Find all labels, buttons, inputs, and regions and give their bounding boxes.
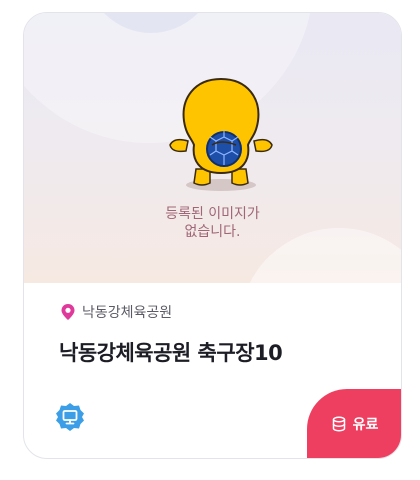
thumbnail-placeholder: 등록된 이미지가 없습니다. [24, 13, 401, 283]
no-image-line1: 등록된 이미지가 [165, 206, 260, 222]
database-icon [332, 416, 345, 432]
mascot-illustration [169, 77, 273, 191]
facility-card[interactable]: 등록된 이미지가 없습니다. 낙동강체육공원 낙동강체육공원 축구장10 유료 [23, 12, 402, 459]
no-image-message: 등록된 이미지가 없습니다. [24, 205, 401, 241]
no-image-line2: 없습니다. [184, 224, 241, 240]
paid-badge: 유료 [307, 389, 401, 458]
location-row: 낙동강체육공원 [60, 302, 172, 322]
monitor-icon [56, 403, 84, 431]
location-pin-icon [61, 304, 75, 320]
paid-label: 유료 [352, 417, 379, 433]
facility-title[interactable]: 낙동강체육공원 축구장10 [59, 337, 283, 367]
location-name: 낙동강체육공원 [82, 305, 173, 321]
